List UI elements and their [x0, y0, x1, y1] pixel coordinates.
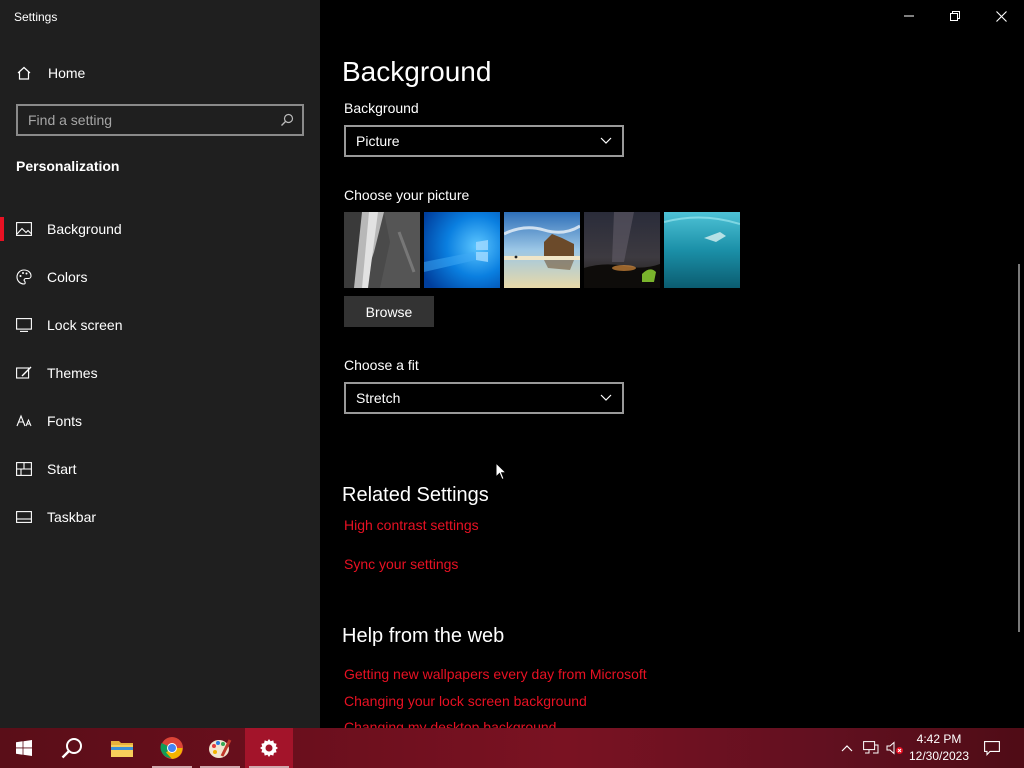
sidebar-item-label: Colors	[47, 269, 88, 285]
sidebar-item-taskbar[interactable]: Taskbar	[0, 493, 320, 541]
sidebar: Settings Home Personalization Background…	[0, 0, 320, 728]
picture-thumbnail-night-sky[interactable]	[584, 212, 660, 288]
sidebar-item-label: Background	[47, 221, 122, 237]
settings-gear-icon	[260, 739, 278, 757]
home-label: Home	[48, 65, 86, 81]
themes-icon	[16, 365, 32, 381]
lock-screen-icon	[16, 317, 32, 333]
home-nav-item[interactable]: Home	[16, 62, 85, 84]
fonts-icon	[16, 413, 32, 429]
taskbar-icon	[16, 509, 32, 525]
file-explorer-icon	[111, 741, 133, 757]
sidebar-item-label: Fonts	[47, 413, 83, 429]
taskbar-search-button[interactable]	[48, 728, 96, 768]
sidebar-item-background[interactable]: Background	[0, 205, 320, 253]
chevron-down-icon	[600, 394, 612, 401]
help-link-desktop-background[interactable]: Changing my desktop background	[344, 719, 556, 728]
search-input[interactable]	[28, 112, 280, 128]
home-icon	[17, 66, 31, 80]
page-title: Background	[342, 56, 492, 87]
fit-dropdown[interactable]: Stretch	[344, 382, 624, 414]
paint-button[interactable]	[196, 728, 244, 768]
help-link-lock-screen[interactable]: Changing your lock screen background	[344, 693, 587, 709]
action-center-button[interactable]	[978, 728, 1006, 768]
volume-tray-button[interactable]	[884, 728, 906, 768]
network-icon	[863, 741, 879, 754]
choose-picture-label: Choose your picture	[344, 187, 470, 203]
main-content: Background Background Picture Choose you…	[320, 0, 1024, 728]
sidebar-item-label: Start	[47, 461, 77, 477]
search-icon	[61, 738, 82, 759]
related-settings-heading: Related Settings	[342, 484, 489, 506]
browse-button[interactable]: Browse	[344, 296, 434, 327]
background-dropdown-value: Picture	[356, 133, 400, 149]
picture-thumbnail-beach[interactable]	[504, 212, 580, 288]
clock-time: 4:42 PM	[916, 732, 962, 746]
chrome-button[interactable]	[148, 728, 196, 768]
sidebar-item-themes[interactable]: Themes	[0, 349, 320, 397]
sync-settings-link[interactable]: Sync your settings	[344, 556, 458, 572]
app-title: Settings	[14, 10, 58, 24]
sidebar-nav: Background Colors Lock screen Themes Fon…	[0, 205, 320, 541]
help-link-wallpapers[interactable]: Getting new wallpapers every day from Mi…	[344, 666, 647, 682]
clock-date: 12/30/2023	[908, 749, 970, 763]
chevron-up-icon	[841, 745, 853, 752]
sidebar-item-label: Themes	[47, 365, 98, 381]
sidebar-item-fonts[interactable]: Fonts	[0, 397, 320, 445]
mouse-cursor-icon	[495, 462, 507, 481]
picture-icon	[16, 221, 32, 237]
picture-thumbnails	[344, 212, 740, 288]
sidebar-item-colors[interactable]: Colors	[0, 253, 320, 301]
choose-fit-label: Choose a fit	[344, 357, 419, 373]
show-hidden-icons-button[interactable]	[836, 728, 858, 768]
picture-thumbnail-underwater[interactable]	[664, 212, 740, 288]
scrollbar-thumb[interactable]	[1018, 264, 1020, 632]
background-label: Background	[344, 100, 419, 116]
sidebar-item-label: Taskbar	[47, 509, 97, 525]
palette-icon	[16, 269, 32, 285]
sidebar-item-start[interactable]: Start	[0, 445, 320, 493]
picture-thumbnail-windows-logo[interactable]	[424, 212, 500, 288]
sidebar-item-label: Lock screen	[47, 317, 123, 333]
help-heading: Help from the web	[342, 625, 505, 647]
section-heading: Personalization	[16, 158, 120, 174]
chrome-icon	[160, 737, 183, 759]
sidebar-item-lock-screen[interactable]: Lock screen	[0, 301, 320, 349]
taskbar-clock[interactable]: 4:42 PM 12/30/2023	[906, 731, 972, 765]
start-icon	[16, 461, 32, 477]
notification-icon	[984, 740, 1000, 756]
chevron-down-icon	[600, 137, 612, 144]
background-dropdown[interactable]: Picture	[344, 125, 624, 157]
taskbar: 4:42 PM 12/30/2023	[0, 728, 1024, 768]
picture-thumbnail-rock-cliff[interactable]	[344, 212, 420, 288]
file-explorer-button[interactable]	[98, 728, 146, 768]
search-box[interactable]	[16, 104, 304, 136]
paint-icon	[209, 739, 232, 758]
start-button[interactable]	[0, 728, 48, 768]
settings-app-button[interactable]	[245, 728, 293, 768]
search-icon[interactable]	[280, 113, 294, 127]
fit-dropdown-value: Stretch	[356, 390, 401, 406]
volume-muted-icon	[886, 741, 903, 755]
windows-logo-icon	[16, 740, 32, 756]
high-contrast-link[interactable]: High contrast settings	[344, 517, 479, 533]
network-tray-button[interactable]	[860, 728, 882, 768]
